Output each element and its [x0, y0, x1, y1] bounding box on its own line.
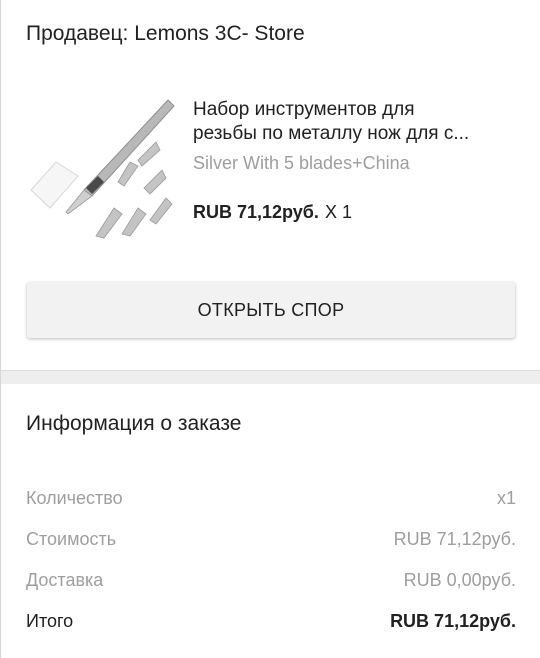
product-item[interactable]: Набор инструментов для резьбы по металлу…	[1, 80, 540, 250]
order-row-value: RUB 71,12руб.	[393, 528, 516, 549]
product-thumbnail[interactable]	[26, 90, 176, 240]
open-dispute-button[interactable]: ОТКРЫТЬ СПОР	[27, 282, 515, 338]
order-row-label: Количество	[26, 487, 123, 508]
order-row-label: Доставка	[26, 569, 104, 590]
product-price-row: RUB 71,12руб. X 1	[193, 202, 352, 223]
order-row-total: Итого RUB 71,12руб.	[26, 609, 516, 633]
hobby-knife-icon	[65, 99, 175, 215]
product-name-line1: Набор инструментов для	[193, 99, 415, 120]
product-variant: Silver With 5 blades+China	[193, 153, 410, 173]
product-price: RUB 71,12руб.	[193, 202, 319, 222]
order-row-quantity: Количество x1	[26, 486, 516, 510]
knife-cap-icon	[30, 161, 79, 209]
seller-title[interactable]: Продавец: Lemons 3C- Store	[26, 22, 305, 46]
order-row-value: RUB 0,00руб.	[403, 569, 516, 590]
spare-blades-icon	[95, 141, 173, 239]
product-name-line2: резьбы по металлу нож для с...	[193, 123, 470, 144]
order-row-cost: Стоимость RUB 71,12руб.	[26, 527, 516, 551]
product-quantity: X 1	[324, 202, 352, 222]
order-row-label: Стоимость	[26, 528, 117, 549]
order-info-title: Информация о заказе	[26, 412, 242, 435]
section-divider	[1, 370, 540, 384]
order-info-card: Информация о заказе Количество x1 Стоимо…	[1, 384, 540, 658]
order-total-value: RUB 71,12руб.	[390, 610, 516, 631]
screen-frame: Продавец: Lemons 3C- Store Набор инструм…	[0, 0, 540, 658]
order-row-shipping: Доставка RUB 0,00руб.	[26, 568, 516, 592]
seller-card: Продавец: Lemons 3C- Store Набор инструм…	[1, 0, 540, 370]
product-name[interactable]: Набор инструментов для резьбы по металлу…	[193, 98, 513, 146]
order-row-value: x1	[496, 487, 516, 508]
order-total-label: Итого	[26, 610, 74, 631]
